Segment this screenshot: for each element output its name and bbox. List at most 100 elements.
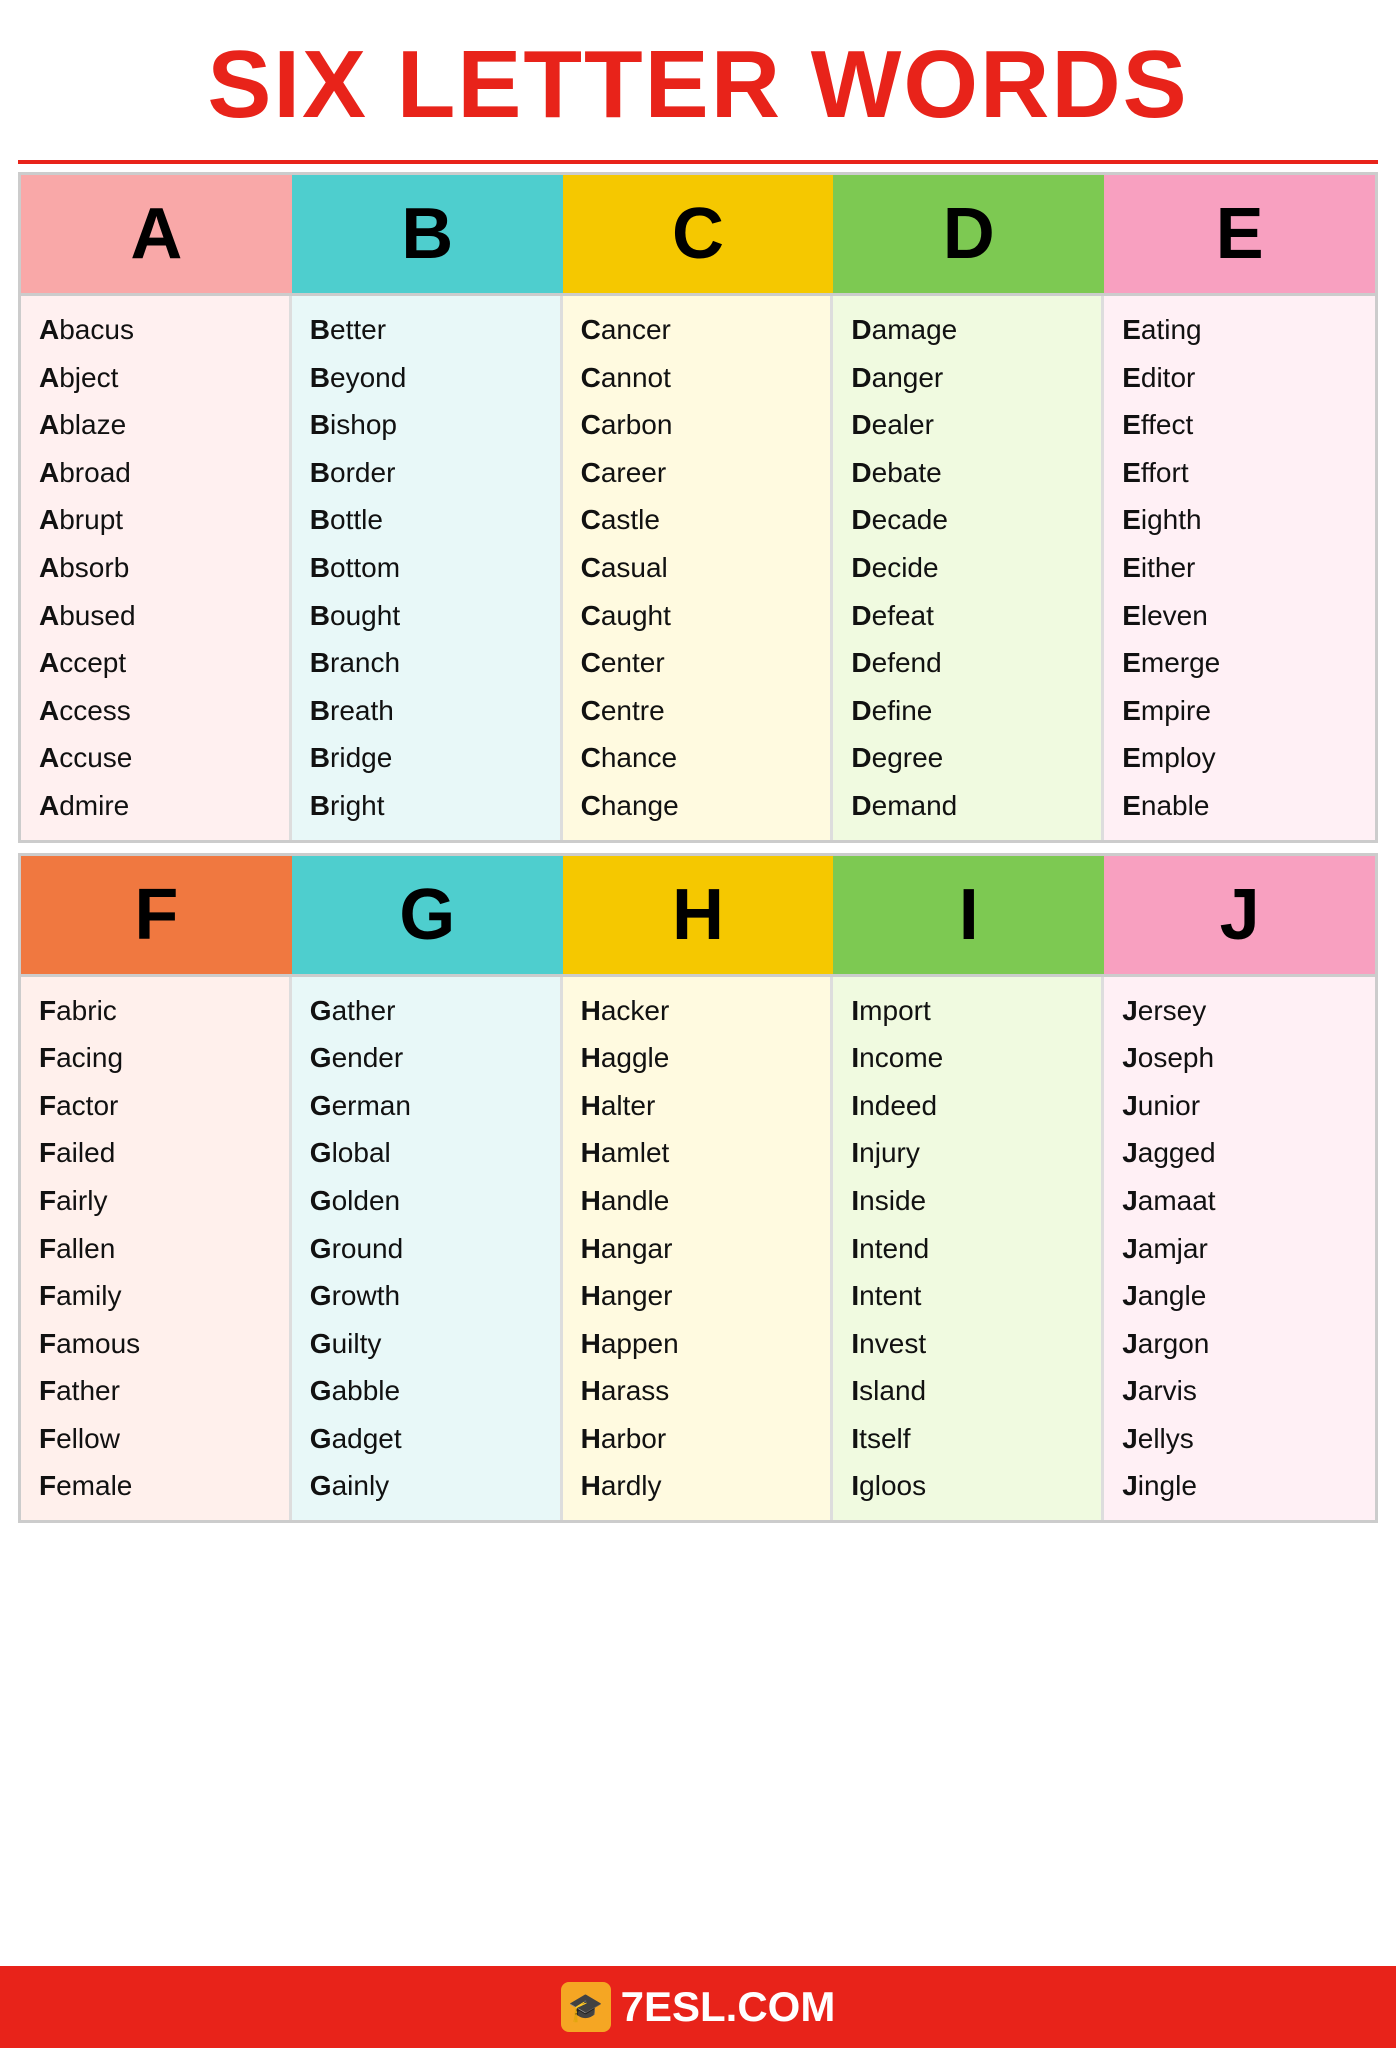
word-item: Female bbox=[39, 1462, 271, 1510]
word-item: Access bbox=[39, 687, 271, 735]
word-item: Igloos bbox=[851, 1462, 1083, 1510]
word-item: Handle bbox=[581, 1177, 813, 1225]
word-column-4: JerseyJosephJuniorJaggedJamaatJamjarJang… bbox=[1104, 977, 1375, 1521]
word-item: Jamjar bbox=[1122, 1225, 1357, 1273]
word-column-4: EatingEditorEffectEffortEighthEitherElev… bbox=[1104, 296, 1375, 840]
word-item: Haggle bbox=[581, 1034, 813, 1082]
word-item: Fairly bbox=[39, 1177, 271, 1225]
word-item: Hangar bbox=[581, 1225, 813, 1273]
word-item: Income bbox=[851, 1034, 1083, 1082]
header-cell-a: A bbox=[21, 175, 292, 293]
word-item: Junior bbox=[1122, 1082, 1357, 1130]
word-item: Jarvis bbox=[1122, 1367, 1357, 1415]
word-item: Bridge bbox=[310, 734, 542, 782]
word-item: Debate bbox=[851, 449, 1083, 497]
word-item: Cannot bbox=[581, 354, 813, 402]
word-item: Breath bbox=[310, 687, 542, 735]
word-item: Border bbox=[310, 449, 542, 497]
word-item: Casual bbox=[581, 544, 813, 592]
word-column-2: CancerCannotCarbonCareerCastleCasualCaug… bbox=[563, 296, 834, 840]
word-item: Decade bbox=[851, 496, 1083, 544]
word-item: Abrupt bbox=[39, 496, 271, 544]
word-item: Ablaze bbox=[39, 401, 271, 449]
word-column-3: DamageDangerDealerDebateDecadeDecideDefe… bbox=[833, 296, 1104, 840]
word-item: Effort bbox=[1122, 449, 1357, 497]
word-item: Degree bbox=[851, 734, 1083, 782]
word-item: Enable bbox=[1122, 782, 1357, 830]
word-item: Center bbox=[581, 639, 813, 687]
word-item: Hacker bbox=[581, 987, 813, 1035]
title-area: SIX LETTER WORDS bbox=[0, 0, 1396, 160]
header-row-fj: FGHIJ bbox=[21, 856, 1375, 974]
word-item: Gather bbox=[310, 987, 542, 1035]
word-item: Caught bbox=[581, 592, 813, 640]
header-cell-c: C bbox=[563, 175, 834, 293]
word-item: Accuse bbox=[39, 734, 271, 782]
header-cell-f: F bbox=[21, 856, 292, 974]
word-item: Ground bbox=[310, 1225, 542, 1273]
word-item: Intend bbox=[851, 1225, 1083, 1273]
word-item: Inside bbox=[851, 1177, 1083, 1225]
page: SIX LETTER WORDS ABCDE AbacusAbjectAblaz… bbox=[0, 0, 1396, 2048]
words-row-ae: AbacusAbjectAblazeAbroadAbruptAbsorbAbus… bbox=[21, 293, 1375, 840]
word-item: Abacus bbox=[39, 306, 271, 354]
word-item: Cancer bbox=[581, 306, 813, 354]
word-item: Admire bbox=[39, 782, 271, 830]
word-item: Jagged bbox=[1122, 1129, 1357, 1177]
word-item: Centre bbox=[581, 687, 813, 735]
content-area: ABCDE AbacusAbjectAblazeAbroadAbruptAbso… bbox=[0, 172, 1396, 1956]
word-column-3: ImportIncomeIndeedInjuryInsideIntendInte… bbox=[833, 977, 1104, 1521]
word-item: Factor bbox=[39, 1082, 271, 1130]
border-divider bbox=[18, 160, 1378, 164]
header-cell-j: J bbox=[1104, 856, 1375, 974]
word-item: German bbox=[310, 1082, 542, 1130]
footer-logo: 🎓 7ESL.COM bbox=[561, 1982, 836, 2032]
word-item: Harass bbox=[581, 1367, 813, 1415]
word-item: Abroad bbox=[39, 449, 271, 497]
header-cell-e: E bbox=[1104, 175, 1375, 293]
word-item: Defeat bbox=[851, 592, 1083, 640]
word-item: Bought bbox=[310, 592, 542, 640]
word-item: Gabble bbox=[310, 1367, 542, 1415]
word-item: Chance bbox=[581, 734, 813, 782]
word-item: Eighth bbox=[1122, 496, 1357, 544]
word-item: Intent bbox=[851, 1272, 1083, 1320]
word-item: Bishop bbox=[310, 401, 542, 449]
word-item: Jangle bbox=[1122, 1272, 1357, 1320]
word-item: Import bbox=[851, 987, 1083, 1035]
word-item: Defend bbox=[851, 639, 1083, 687]
header-cell-d: D bbox=[833, 175, 1104, 293]
header-cell-b: B bbox=[292, 175, 563, 293]
word-item: Castle bbox=[581, 496, 813, 544]
word-column-2: HackerHaggleHalterHamletHandleHangarHang… bbox=[563, 977, 834, 1521]
word-item: Gadget bbox=[310, 1415, 542, 1463]
word-item: Bottle bbox=[310, 496, 542, 544]
header-cell-h: H bbox=[563, 856, 834, 974]
word-item: Bright bbox=[310, 782, 542, 830]
word-item: Famous bbox=[39, 1320, 271, 1368]
header-row-ae: ABCDE bbox=[21, 175, 1375, 293]
word-item: Global bbox=[310, 1129, 542, 1177]
word-item: Halter bbox=[581, 1082, 813, 1130]
brand-name: 7ESL.COM bbox=[621, 1983, 836, 2031]
word-item: Invest bbox=[851, 1320, 1083, 1368]
word-item: Guilty bbox=[310, 1320, 542, 1368]
word-item: Happen bbox=[581, 1320, 813, 1368]
word-item: Jersey bbox=[1122, 987, 1357, 1035]
word-item: Damage bbox=[851, 306, 1083, 354]
word-item: Injury bbox=[851, 1129, 1083, 1177]
word-item: Facing bbox=[39, 1034, 271, 1082]
word-item: Accept bbox=[39, 639, 271, 687]
word-item: Better bbox=[310, 306, 542, 354]
word-item: Effect bbox=[1122, 401, 1357, 449]
word-item: Gender bbox=[310, 1034, 542, 1082]
word-item: Bottom bbox=[310, 544, 542, 592]
word-item: Beyond bbox=[310, 354, 542, 402]
word-item: Indeed bbox=[851, 1082, 1083, 1130]
word-item: Define bbox=[851, 687, 1083, 735]
word-item: Failed bbox=[39, 1129, 271, 1177]
word-column-1: BetterBeyondBishopBorderBottleBottomBoug… bbox=[292, 296, 563, 840]
word-item: Jingle bbox=[1122, 1462, 1357, 1510]
word-item: Abject bbox=[39, 354, 271, 402]
word-column-0: FabricFacingFactorFailedFairlyFallenFami… bbox=[21, 977, 292, 1521]
